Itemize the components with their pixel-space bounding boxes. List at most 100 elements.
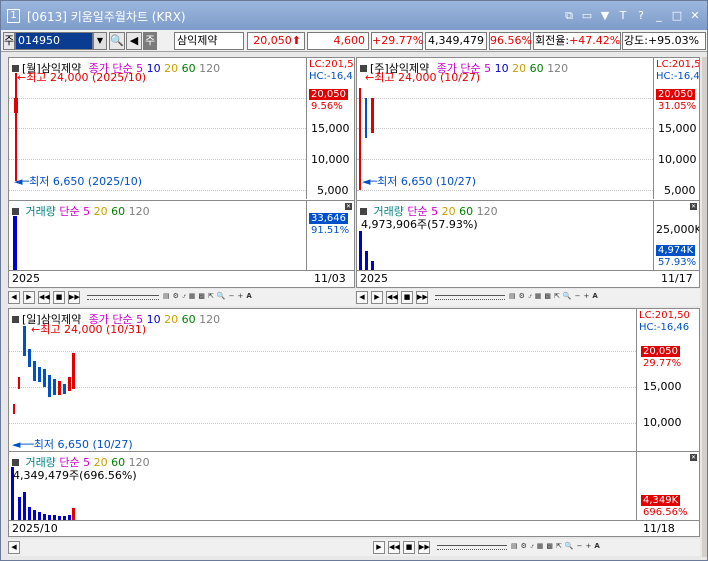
daily-candle <box>48 375 51 397</box>
volume-bar <box>23 492 26 521</box>
tile-icon[interactable]: ▭ <box>581 9 593 22</box>
grid-icon[interactable]: ▩ <box>198 291 205 304</box>
scroll-right-button[interactable]: ▶ <box>373 541 385 554</box>
zoom-in-button[interactable]: + <box>585 541 591 554</box>
stop-button[interactable]: ■ <box>403 541 415 554</box>
weekly-candle <box>359 88 361 190</box>
indicator-icon[interactable]: ⍻ <box>530 541 534 554</box>
up-arrow-icon: ⬆ <box>291 34 301 47</box>
volume-bar <box>13 216 17 271</box>
period-slider[interactable] <box>435 295 505 300</box>
pin-icon[interactable]: ▼ <box>599 9 611 22</box>
monthly-chart[interactable]: [월]삼익제약 종가 단순 5 10 20 60 120 ←최고 24,000 … <box>8 57 355 288</box>
daily-candle <box>38 367 41 382</box>
zoom-icon[interactable]: 🔍 <box>565 541 574 554</box>
panel-box-icon[interactable] <box>12 208 19 215</box>
speaker-icon: ◀ <box>129 34 139 47</box>
fast-left-button[interactable]: ◀◀ <box>38 291 50 304</box>
cursor-icon[interactable]: ⇱ <box>556 541 562 554</box>
daily-high-label: ←최고 24,000 (10/31) <box>31 323 147 336</box>
close-icon[interactable]: ✕ <box>690 454 697 461</box>
zoom-out-button[interactable]: − <box>577 541 583 554</box>
market-select[interactable]: 주 <box>3 32 15 50</box>
monthly-volume-area[interactable]: 거래량 단순 5 20 60 120 <box>9 200 306 271</box>
title-icons: ⧉ ▭ ▼ T ? _ □ ✕ <box>563 9 701 22</box>
close-icon[interactable]: ✕ <box>690 203 697 210</box>
fast-right-button[interactable]: ▶▶ <box>416 291 428 304</box>
restore-icon[interactable]: ⧉ <box>563 9 575 22</box>
table-icon[interactable]: ▦ <box>537 541 544 554</box>
close-icon[interactable]: ✕ <box>345 203 352 210</box>
minimize-icon[interactable]: _ <box>653 9 665 22</box>
search-button[interactable]: 🔍 <box>109 32 125 50</box>
volume-bar <box>28 507 31 521</box>
cursor-icon[interactable]: ⇱ <box>554 291 560 304</box>
monthly-price-area[interactable]: [월]삼익제약 종가 단순 5 10 20 60 120 ←최고 24,000 … <box>9 58 306 199</box>
scroll-right-button[interactable]: ▶ <box>371 291 383 304</box>
scroll-left-button[interactable]: ◀ <box>356 291 368 304</box>
text-size-button[interactable]: A <box>594 541 599 554</box>
zoom-in-button[interactable]: + <box>237 291 243 304</box>
prev-stock-button[interactable]: ◀ <box>126 32 142 50</box>
fast-right-button[interactable]: ▶▶ <box>418 541 430 554</box>
daily-candle <box>28 349 31 367</box>
text-size-button[interactable]: A <box>246 291 251 304</box>
window-number[interactable]: 1 <box>7 9 20 23</box>
grid-icon[interactable]: ▩ <box>546 541 553 554</box>
daily-volume-area[interactable]: 거래량 단순 5 20 60 120 4,349,479주(696.56%) <box>9 451 636 521</box>
zoom-icon[interactable]: 🔍 <box>217 291 226 304</box>
scroll-right-button[interactable]: ▶ <box>23 291 35 304</box>
table-icon[interactable]: ▦ <box>189 291 196 304</box>
zoom-out-button[interactable]: − <box>229 291 235 304</box>
stop-button[interactable]: ■ <box>401 291 413 304</box>
stock-code-input[interactable]: 014950 <box>15 32 93 50</box>
panel-box-icon[interactable] <box>12 316 19 323</box>
daily-price-area[interactable]: [일]삼익제약 종가 단순 5 10 20 60 120 ←최고 24,000 … <box>9 309 636 451</box>
stock-toolbar: 주 014950 ▼ 🔍 ◀ 주 삼익제약 20,050⬆ 4,600 +29.… <box>1 30 707 52</box>
stop-button[interactable]: ■ <box>53 291 65 304</box>
calc-icon[interactable]: ▤ <box>163 291 170 304</box>
panel-box-icon[interactable] <box>360 208 367 215</box>
fast-left-button[interactable]: ◀◀ <box>386 291 398 304</box>
code-dropdown-button[interactable]: ▼ <box>93 32 107 50</box>
close-icon[interactable]: ✕ <box>689 9 701 22</box>
turnover: 회전율:+47.42% <box>533 32 621 50</box>
fast-right-button[interactable]: ▶▶ <box>68 291 80 304</box>
volume-bar <box>18 497 21 521</box>
daily-chart[interactable]: [일]삼익제약 종가 단순 5 10 20 60 120 ←최고 24,000 … <box>8 308 700 537</box>
period-slider[interactable] <box>437 545 507 550</box>
zoom-out-button[interactable]: − <box>575 291 581 304</box>
text-size-button[interactable]: A <box>592 291 597 304</box>
indicator-icon[interactable]: ⍻ <box>528 291 532 304</box>
weekly-price-area[interactable]: [주]삼익제약 종가 단순 5 10 20 60 120 ←최고 24,000 … <box>357 58 653 199</box>
calc-icon[interactable]: ▤ <box>511 541 518 554</box>
panel-box-icon[interactable] <box>12 459 19 466</box>
gear-icon[interactable]: ⚙ <box>173 291 179 304</box>
daily-navbar: ◀ ▶ ◀◀ ■ ▶▶ ▤ ⚙ ⍻ ▦ ▩ ⇱ 🔍 − + A <box>8 539 700 556</box>
stock-type-badge: 주 <box>143 32 157 50</box>
weekly-volume-area[interactable]: 거래량 단순 5 20 60 120 4,973,906주(57.93%) <box>357 200 653 271</box>
monthly-navbar: ◀ ▶ ◀◀ ■ ▶▶ ▤ ⚙ ⍻ ▦ ▩ ⇱ 🔍 − + A <box>8 289 355 306</box>
monthly-price-scale: LC:201,5 HC:-16,4 20,050 9.56% 15,000 10… <box>306 58 354 199</box>
grid-icon[interactable]: ▩ <box>544 291 551 304</box>
text-icon[interactable]: T <box>617 9 629 22</box>
gear-icon[interactable]: ⚙ <box>521 541 527 554</box>
fast-left-button[interactable]: ◀◀ <box>388 541 400 554</box>
gear-icon[interactable]: ⚙ <box>519 291 525 304</box>
zoom-icon[interactable]: 🔍 <box>563 291 572 304</box>
period-slider[interactable] <box>87 295 159 300</box>
scroll-left-button[interactable]: ◀ <box>8 291 20 304</box>
cursor-icon[interactable]: ⇱ <box>208 291 214 304</box>
scroll-left-button[interactable]: ◀ <box>8 541 20 554</box>
daily-volume-value: 4,349,479주(696.56%) <box>13 469 137 482</box>
stock-name: 삼익제약 <box>174 32 244 50</box>
help-icon[interactable]: ? <box>635 9 647 22</box>
zoom-in-button[interactable]: + <box>583 291 589 304</box>
maximize-icon[interactable]: □ <box>671 9 683 22</box>
calc-icon[interactable]: ▤ <box>509 291 516 304</box>
weekly-chart[interactable]: [주]삼익제약 종가 단순 5 10 20 60 120 ←최고 24,000 … <box>356 57 700 288</box>
indicator-icon[interactable]: ⍻ <box>182 291 186 304</box>
change-percent: +29.77% <box>371 32 423 50</box>
volume-bar <box>11 467 14 521</box>
table-icon[interactable]: ▦ <box>535 291 542 304</box>
